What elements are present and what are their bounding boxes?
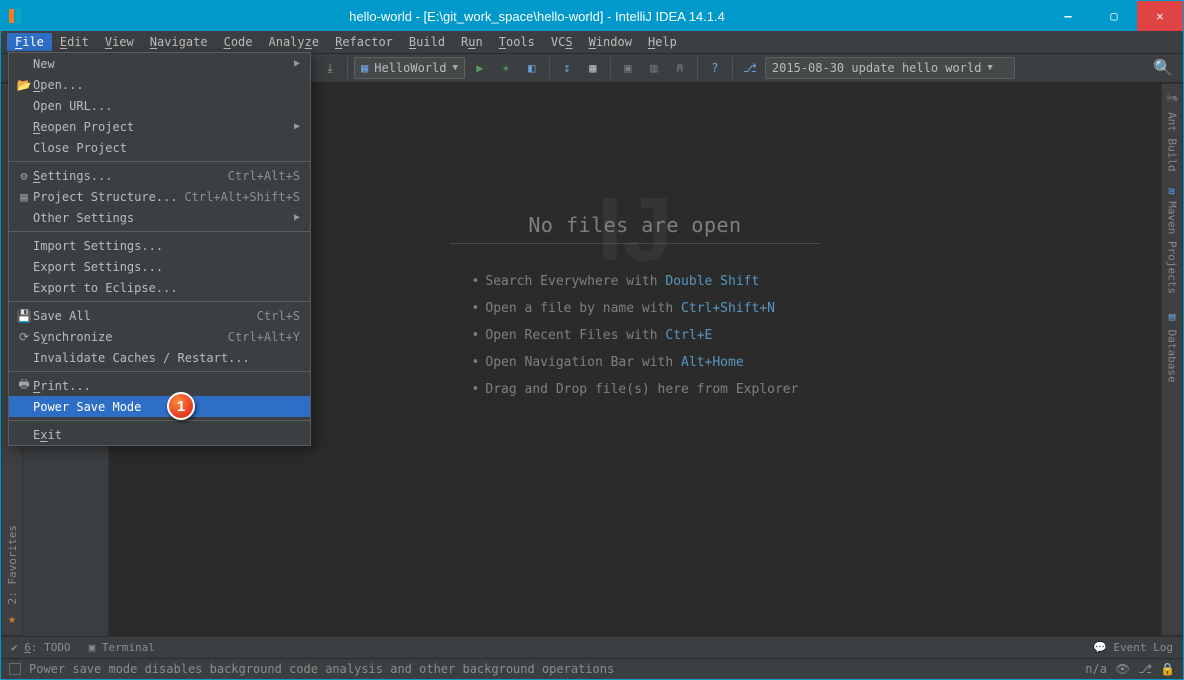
file-menu-export-eclipse[interactable]: Export to Eclipse... xyxy=(9,277,310,298)
minimize-button[interactable]: — xyxy=(1045,1,1091,31)
tip-row: •Open a file by name with Ctrl+Shift+N xyxy=(472,301,799,316)
file-menu-import-settings[interactable]: Import Settings... xyxy=(9,235,310,256)
android-icon[interactable]: ⍝ xyxy=(669,57,691,79)
tips-list: •Search Everywhere with Double Shift•Ope… xyxy=(472,274,799,397)
menu-bar: File Edit View Navigate Code Analyze Ref… xyxy=(1,31,1183,53)
print-icon: 🖶 xyxy=(15,375,33,396)
terminal-tool-button[interactable]: ▣ Terminal xyxy=(89,641,155,654)
file-menu-open[interactable]: 📂Open... xyxy=(9,74,310,95)
menu-vcs[interactable]: VCS xyxy=(543,33,581,51)
make-project-icon[interactable]: ⤓ xyxy=(319,57,341,79)
status-message: Power save mode disables background code… xyxy=(29,662,614,676)
file-menu-project-structure[interactable]: ▤Project Structure...Ctrl+Alt+Shift+S xyxy=(9,186,310,207)
menu-view[interactable]: View xyxy=(97,33,142,51)
menu-build[interactable]: Build xyxy=(401,33,453,51)
folder-icon: 📂 xyxy=(15,78,33,92)
status-checkbox[interactable] xyxy=(9,663,21,675)
run-config-label: HelloWorld xyxy=(374,61,446,75)
menu-window[interactable]: Window xyxy=(581,33,640,51)
file-menu-other-settings[interactable]: Other Settings▶ xyxy=(9,207,310,228)
status-bar: Power save mode disables background code… xyxy=(1,658,1183,679)
chevron-down-icon: ▼ xyxy=(987,63,992,73)
vcs-branch-icon[interactable]: ⎇ xyxy=(739,57,761,79)
file-menu-print[interactable]: 🖶Print... xyxy=(9,375,310,396)
title-bar: hello-world - [E:\git_work_space\hello-w… xyxy=(1,1,1183,31)
tip-row: •Open Recent Files with Ctrl+E xyxy=(472,328,799,343)
database-tab[interactable]: ▤ Database xyxy=(1163,302,1182,391)
run-button-icon[interactable]: ▶ xyxy=(469,57,491,79)
file-menu-open-url[interactable]: Open URL... xyxy=(9,95,310,116)
structure-icon: ▤ xyxy=(15,190,33,204)
avd-icon[interactable]: ▣ xyxy=(617,57,639,79)
maven-projects-tab[interactable]: m Maven Projects xyxy=(1163,180,1182,302)
file-menu-export-settings[interactable]: Export Settings... xyxy=(9,256,310,277)
menu-run[interactable]: Run xyxy=(453,33,491,51)
runconfig-icon: ▦ xyxy=(361,61,368,75)
vcs-log-dropdown[interactable]: 2015-08-30 update hello world ▼ xyxy=(765,57,1015,79)
sync-icon: ⟳ xyxy=(15,330,33,344)
event-log-button[interactable]: 💬 Event Log xyxy=(1093,641,1173,654)
lock-icon[interactable]: 🔒 xyxy=(1160,662,1175,676)
commit-icon[interactable]: ▦ xyxy=(582,57,604,79)
close-button[interactable]: ✕ xyxy=(1137,1,1183,31)
intellij-watermark-icon: IJ xyxy=(597,179,672,282)
window-title: hello-world - [E:\git_work_space\hello-w… xyxy=(29,9,1045,24)
gear-icon: ⚙ xyxy=(15,169,33,183)
coverage-icon[interactable]: ◧ xyxy=(521,57,543,79)
tip-row: •Drag and Drop file(s) here from Explore… xyxy=(472,382,799,397)
status-right: n/a xyxy=(1085,662,1107,676)
right-gutter: 🐜 Ant Build m Maven Projects ▤ Database xyxy=(1161,83,1183,636)
help-icon[interactable]: ? xyxy=(704,57,726,79)
file-menu-new[interactable]: New▶ xyxy=(9,53,310,74)
menu-refactor[interactable]: Refactor xyxy=(327,33,401,51)
file-menu-synchronize[interactable]: ⟳SynchronizeCtrl+Alt+Y xyxy=(9,326,310,347)
menu-code[interactable]: Code xyxy=(216,33,261,51)
annotation-badge: 1 xyxy=(167,392,195,420)
file-menu-exit[interactable]: Exit xyxy=(9,424,310,445)
file-menu-power-save-mode[interactable]: Power Save Mode 1 xyxy=(9,396,310,417)
menu-edit[interactable]: Edit xyxy=(52,33,97,51)
search-everywhere-icon[interactable]: 🔍 xyxy=(1153,58,1173,77)
menu-file[interactable]: File xyxy=(7,33,52,51)
tool-window-bar: ✔ 6: 6: TODOTODO ▣ Terminal 💬 Event Log xyxy=(1,636,1183,658)
file-menu-dropdown: New▶ 📂Open... Open URL... Reopen Project… xyxy=(8,52,311,446)
intellij-logo-icon xyxy=(7,5,29,27)
vcs-log-label: 2015-08-30 update hello world xyxy=(772,61,982,75)
chevron-down-icon: ▼ xyxy=(452,63,457,73)
maximize-button[interactable]: ▢ xyxy=(1091,1,1137,31)
run-config-dropdown[interactable]: ▦ HelloWorld ▼ xyxy=(354,57,465,79)
todo-tool-button[interactable]: ✔ 6: 6: TODOTODO xyxy=(11,641,71,654)
menu-navigate[interactable]: Navigate xyxy=(142,33,216,51)
save-icon: 💾 xyxy=(15,309,33,323)
menu-tools[interactable]: Tools xyxy=(491,33,543,51)
menu-analyze[interactable]: Analyze xyxy=(261,33,328,51)
file-menu-invalidate[interactable]: Invalidate Caches / Restart... xyxy=(9,347,310,368)
file-menu-close[interactable]: Close Project xyxy=(9,137,310,158)
sdk-icon[interactable]: ▥ xyxy=(643,57,665,79)
file-menu-settings[interactable]: ⚙Settings...Ctrl+Alt+S xyxy=(9,165,310,186)
file-menu-reopen[interactable]: Reopen Project▶ xyxy=(9,116,310,137)
ant-build-tab[interactable]: 🐜 Ant Build xyxy=(1163,84,1182,180)
update-project-icon[interactable]: ↧ xyxy=(556,57,578,79)
inspection-eye-icon[interactable]: 👁 xyxy=(1115,662,1130,676)
debug-button-icon[interactable]: ✶ xyxy=(495,57,517,79)
tip-row: •Open Navigation Bar with Alt+Home xyxy=(472,355,799,370)
git-branch-icon[interactable]: ⎇ xyxy=(1138,662,1152,676)
favorites-star-icon[interactable]: ★ xyxy=(8,612,16,627)
menu-help[interactable]: Help xyxy=(640,33,685,51)
favorites-tool-tab[interactable]: 2: Favorites xyxy=(3,517,22,612)
file-menu-save-all[interactable]: 💾Save AllCtrl+S xyxy=(9,305,310,326)
